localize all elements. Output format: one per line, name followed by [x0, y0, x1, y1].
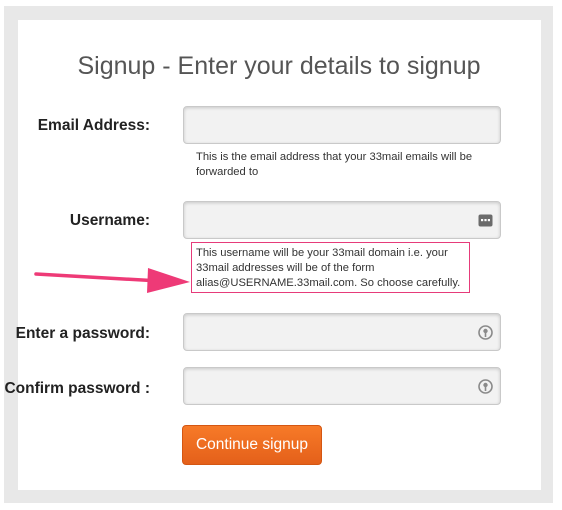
confirm-password-label: Confirm password :	[4, 380, 150, 397]
password-input[interactable]	[183, 313, 501, 351]
key-icon[interactable]	[478, 325, 493, 340]
password-label: Enter a password:	[15, 325, 150, 342]
confirm-password-input[interactable]	[183, 367, 501, 405]
key-icon[interactable]	[478, 379, 493, 394]
continue-signup-button[interactable]: Continue signup	[182, 425, 322, 465]
